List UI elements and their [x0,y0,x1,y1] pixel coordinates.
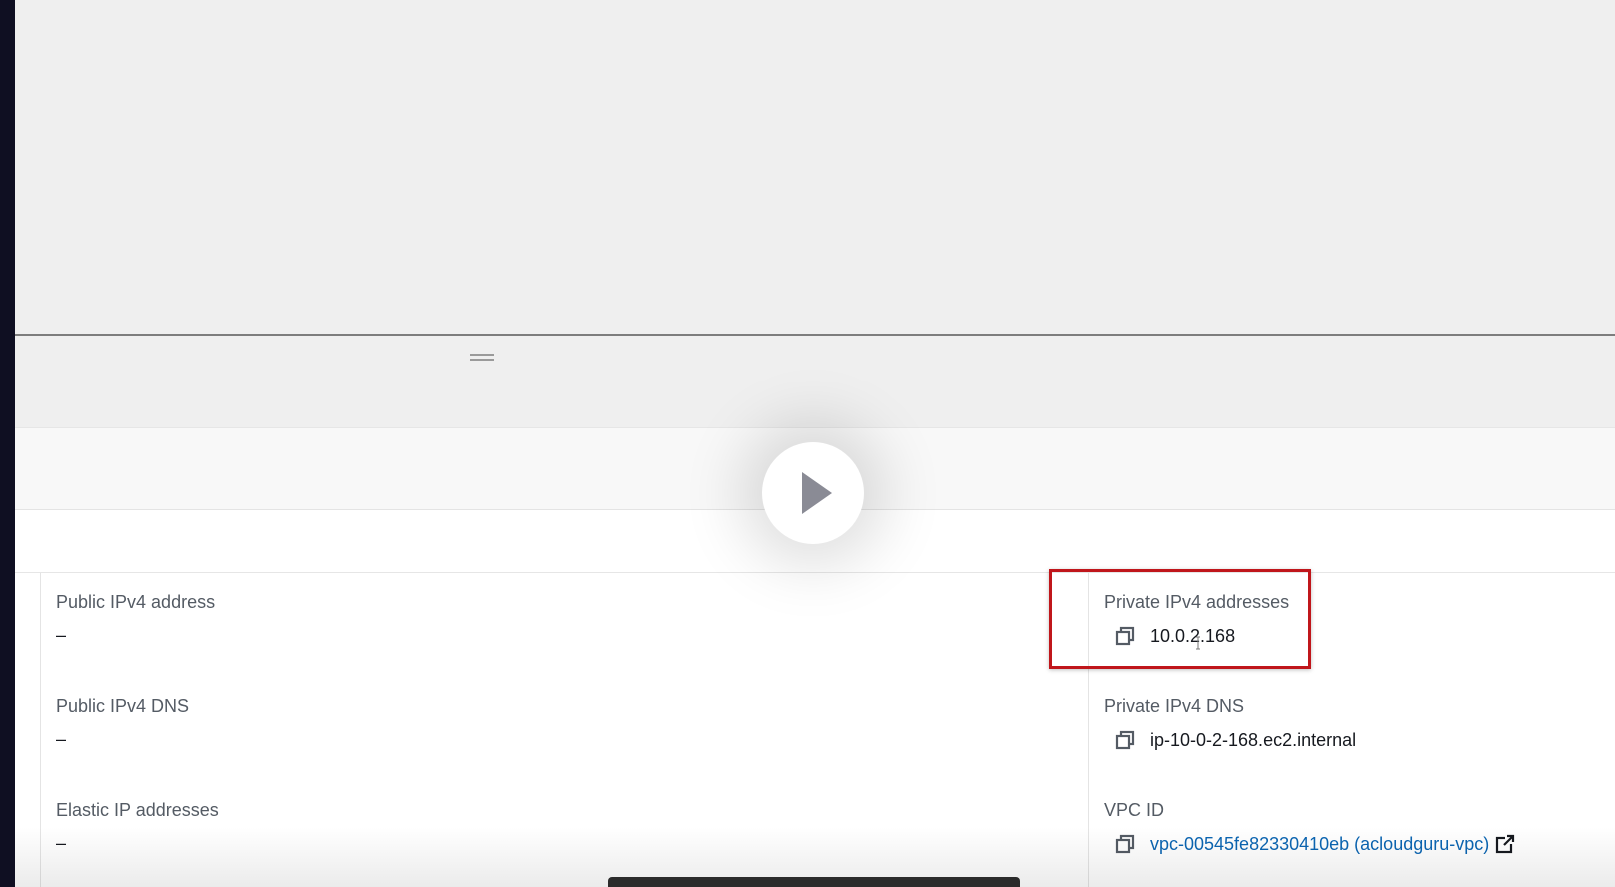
instance-list-area [15,0,1615,336]
public-ipv4-address-field: Public IPv4 address – [56,592,215,646]
window-left-edge [0,0,15,887]
highlight-box [1049,569,1311,669]
field-label: VPC ID [1104,800,1165,820]
play-icon [802,472,832,514]
copy-icon[interactable] [1114,833,1136,855]
field-label: Public IPv4 DNS [56,696,190,716]
private-ipv4-dns-field: Private IPv4 DNS ip-10-0-2-168.ec2.inter… [1104,696,1356,751]
text-cursor-icon [1196,636,1200,650]
vpc-id-link[interactable]: vpc-00545fe82330410eb (acloudguru-vpc) [1150,834,1489,855]
section-divider [15,572,1615,573]
elastic-ip-addresses-field: Elastic IP addresses – [56,800,219,854]
play-button[interactable] [762,442,864,544]
field-value: – [56,729,67,749]
vpc-id-field: VPC ID vpc-00545fe82330410eb (acloudguru… [1104,800,1515,855]
video-control-bar[interactable] [608,877,1020,887]
field-label: Public IPv4 address [56,592,216,612]
field-label: Elastic IP addresses [56,800,219,820]
copy-icon[interactable] [1114,729,1136,751]
field-value: – [56,833,67,853]
field-value-row: ip-10-0-2-168.ec2.internal [1104,729,1356,751]
field-label: Private IPv4 DNS [1104,696,1245,716]
external-link-icon[interactable] [1495,834,1515,854]
split-panel-header [15,336,1615,428]
column-divider-left [40,573,41,887]
drag-handle-icon[interactable] [470,354,494,361]
field-value-row: vpc-00545fe82330410eb (acloudguru-vpc) [1104,833,1515,855]
public-ipv4-dns-field: Public IPv4 DNS – [56,696,189,750]
private-ipv4-dns-value[interactable]: ip-10-0-2-168.ec2.internal [1150,730,1356,751]
field-value: – [56,625,67,645]
